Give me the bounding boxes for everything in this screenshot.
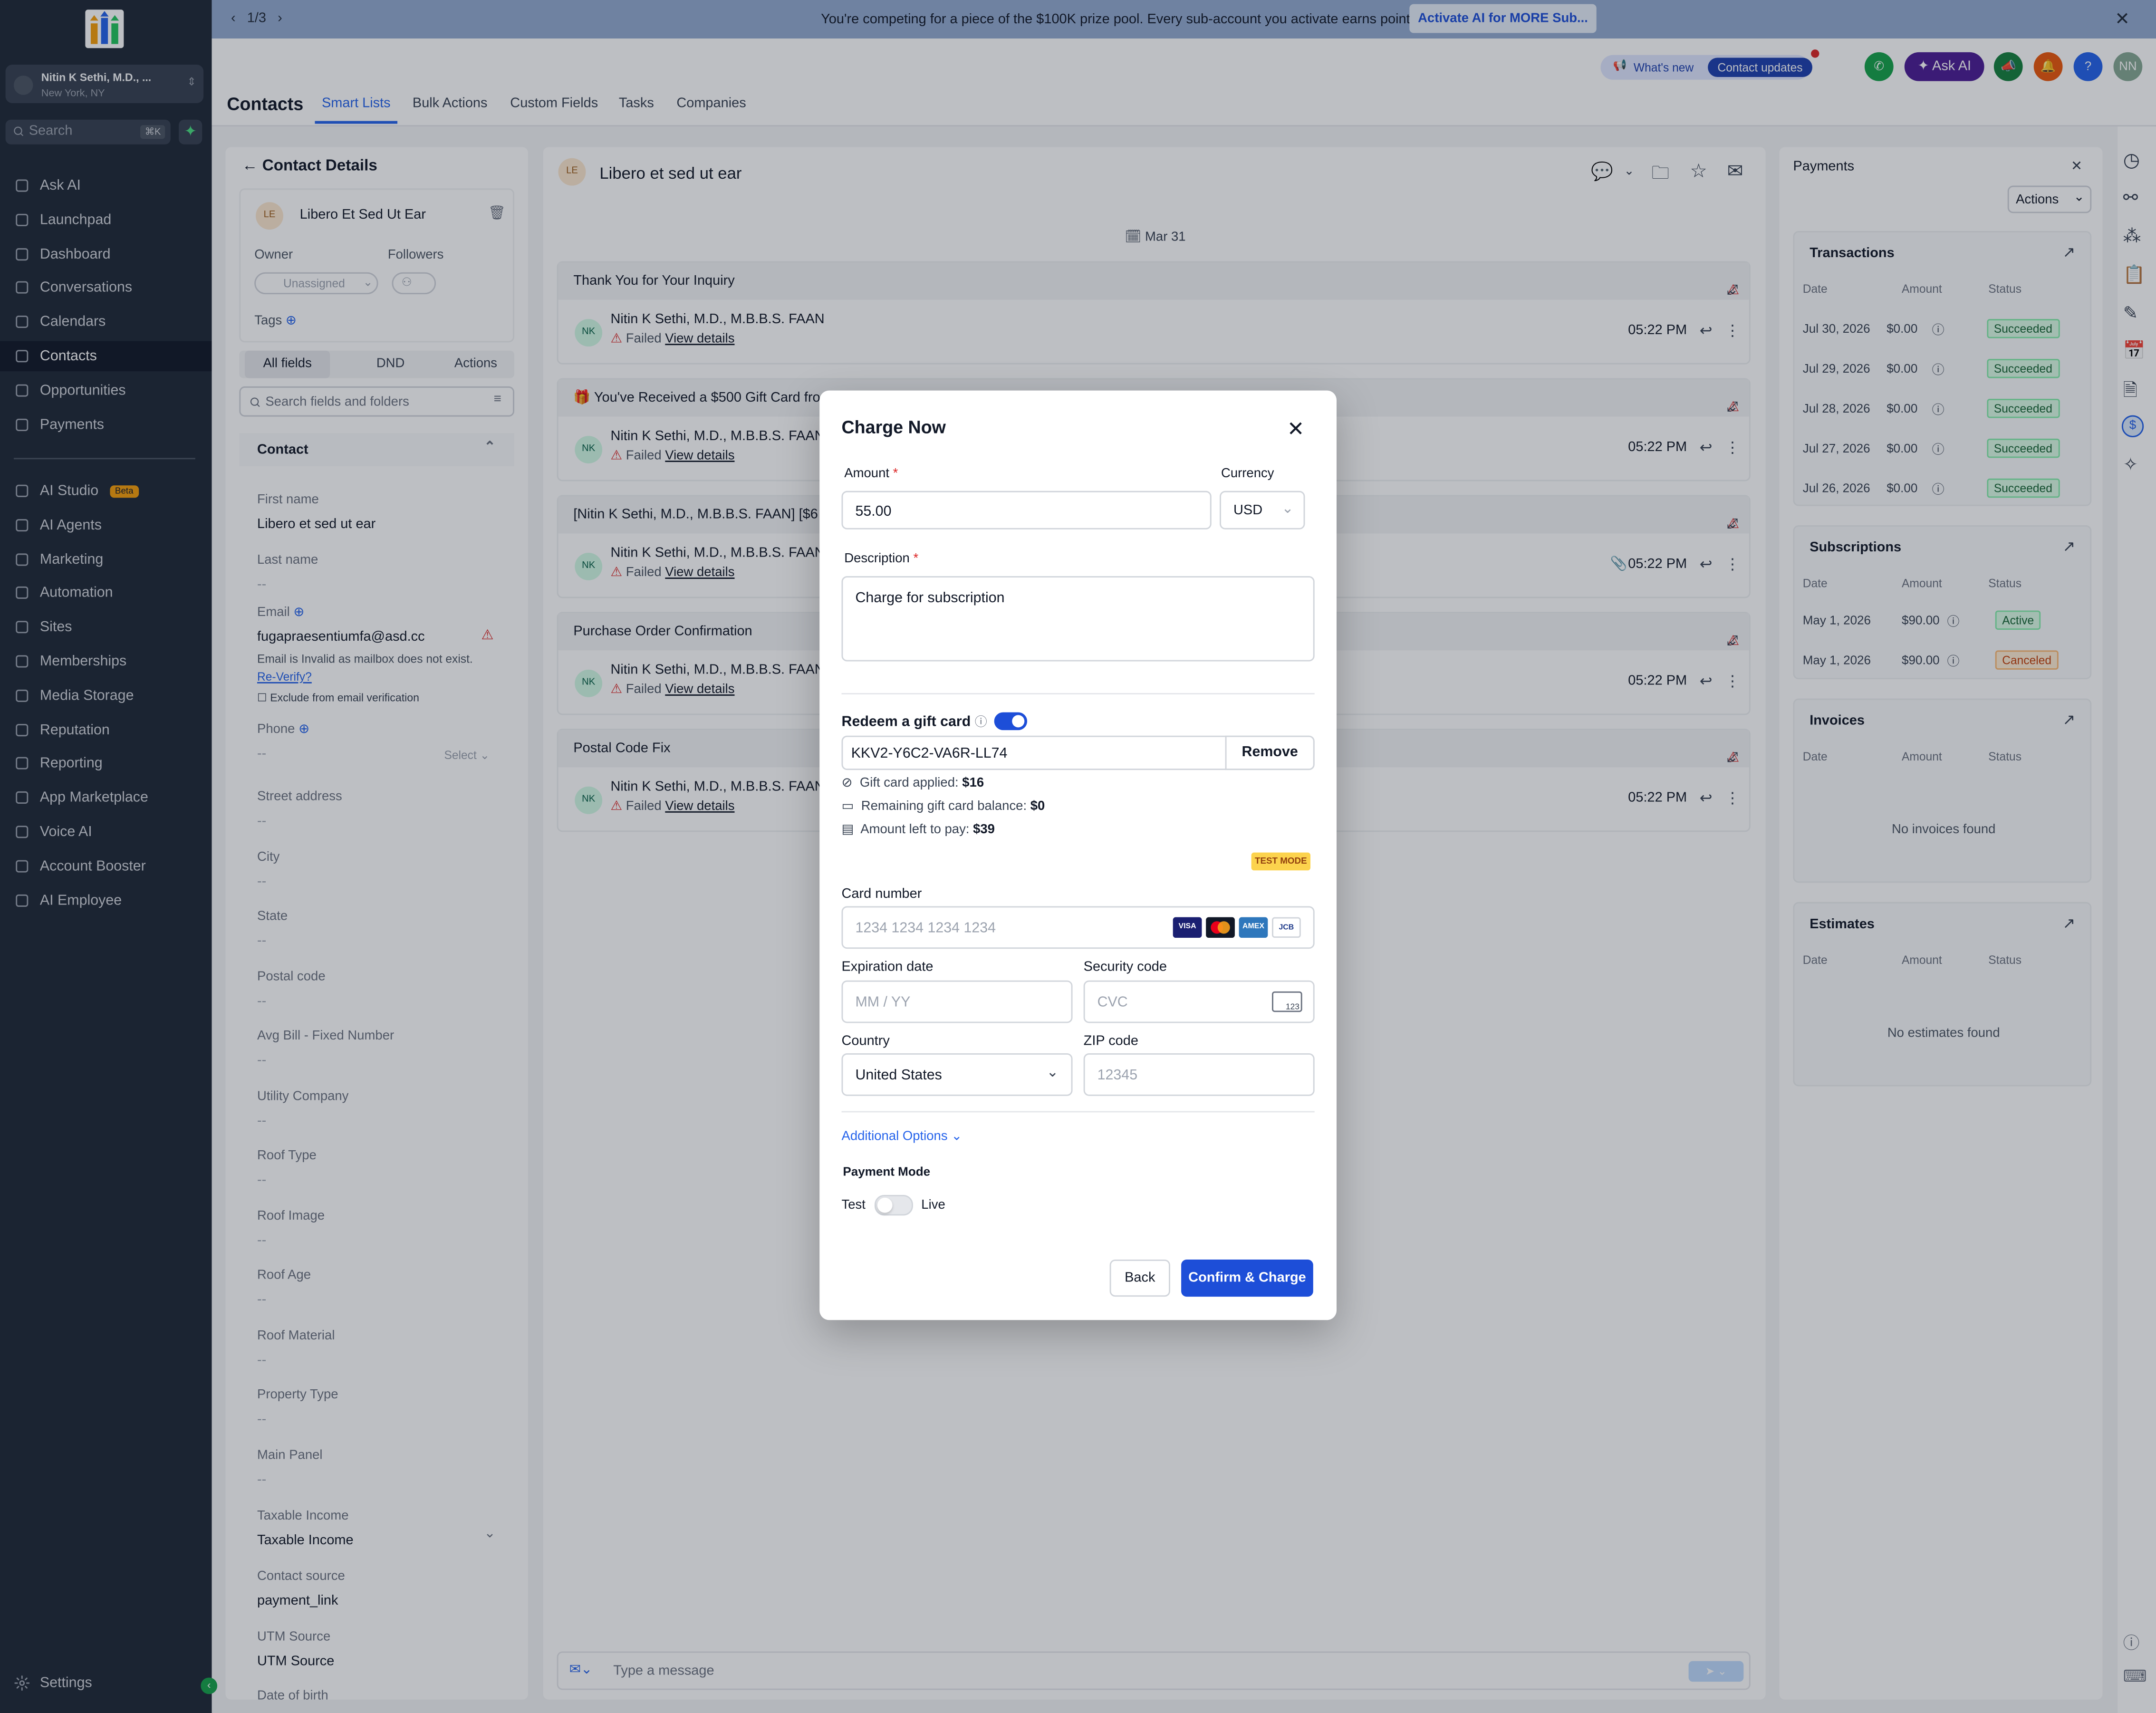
currency-select[interactable]: USD ⌄: [1220, 491, 1305, 529]
card-number-placeholder: 1234 1234 1234 1234: [855, 920, 996, 937]
card-icon: ▭: [841, 799, 854, 814]
charge-now-modal: Charge Now ✕ Amount * 55.00 Currency USD…: [819, 390, 1337, 1320]
required-asterisk: *: [913, 551, 919, 567]
country-label: Country: [841, 1034, 890, 1049]
gift-applied-label: Gift card applied:: [859, 775, 959, 791]
chevron-down-icon: ⌄: [951, 1129, 962, 1144]
wallet-icon: ▤: [841, 822, 854, 837]
check-circle-icon: ⊘: [841, 775, 853, 791]
card-number-input[interactable]: 1234 1234 1234 1234 VISA AMEX JCB: [841, 906, 1315, 949]
gift-card-toggle[interactable]: [994, 712, 1028, 731]
payment-mode-toggle[interactable]: [874, 1195, 913, 1216]
amount-left-value: $39: [973, 822, 995, 837]
gift-applied-value: $16: [962, 775, 984, 791]
security-code-label: Security code: [1083, 960, 1167, 975]
expiration-label: Expiration date: [841, 960, 934, 975]
divider: [841, 1111, 1315, 1113]
amount-left-line: ▤ Amount left to pay: $39: [842, 822, 995, 837]
country-select[interactable]: United States ⌄: [841, 1053, 1073, 1096]
zip-placeholder: 12345: [1097, 1067, 1138, 1084]
chevron-down-icon: ⌄: [1046, 1064, 1059, 1081]
visa-icon: VISA: [1173, 917, 1202, 938]
info-icon[interactable]: ⓘ: [975, 715, 987, 729]
zip-label: ZIP code: [1083, 1034, 1138, 1049]
remove-gift-card-button[interactable]: Remove: [1225, 735, 1315, 770]
expiration-input[interactable]: MM / YY: [841, 980, 1073, 1023]
description-label-text: Description: [844, 551, 910, 567]
security-code-input[interactable]: CVC 123: [1083, 980, 1315, 1023]
amount-value: 55.00: [855, 503, 892, 520]
modal-title: Charge Now: [841, 416, 946, 437]
amount-left-label: Amount left to pay:: [860, 822, 970, 837]
description-label: Description *: [844, 551, 918, 567]
amount-label: Amount *: [844, 466, 898, 481]
mastercard-icon: [1206, 917, 1235, 938]
back-button[interactable]: Back: [1109, 1259, 1170, 1297]
description-textarea[interactable]: Charge for subscription: [841, 576, 1315, 662]
security-code-placeholder: CVC: [1097, 994, 1128, 1011]
amount-label-text: Amount: [844, 466, 890, 481]
additional-options-toggle[interactable]: Additional Options ⌄: [842, 1129, 962, 1144]
gift-card-label-text: Redeem a gift card: [841, 713, 971, 731]
amount-input[interactable]: 55.00: [841, 491, 1212, 529]
gift-balance-value: $0: [1030, 799, 1045, 814]
gift-balance-label: Remaining gift card balance:: [861, 799, 1027, 814]
jcb-icon: JCB: [1272, 917, 1301, 938]
toggle-knob: [877, 1197, 893, 1213]
amex-icon: AMEX: [1239, 917, 1268, 938]
zip-input[interactable]: 12345: [1083, 1053, 1315, 1096]
gift-balance-line: ▭ Remaining gift card balance: $0: [842, 799, 1045, 814]
divider: [841, 693, 1315, 694]
toggle-knob: [1012, 715, 1025, 728]
close-icon[interactable]: ✕: [1287, 417, 1304, 441]
cvc-card-icon: 123: [1272, 991, 1302, 1012]
confirm-charge-button[interactable]: Confirm & Charge: [1181, 1259, 1313, 1297]
cvc-hint: 123: [1285, 1003, 1299, 1012]
payment-mode-label: Payment Mode: [843, 1164, 931, 1179]
test-mode-badge: TEST MODE: [1251, 852, 1311, 871]
card-number-label: Card number: [841, 886, 922, 902]
description-value: Charge for subscription: [855, 590, 1005, 606]
currency-value: USD: [1233, 503, 1263, 519]
gift-card-code: KKV2-Y6C2-VA6R-LL74: [851, 745, 1008, 762]
mode-test-label: Test: [841, 1197, 866, 1213]
required-asterisk: *: [893, 466, 898, 481]
currency-label: Currency: [1221, 466, 1274, 481]
gift-card-label: Redeem a gift card ⓘ: [841, 712, 987, 731]
mode-live-label: Live: [921, 1197, 945, 1213]
additional-options-label: Additional Options: [841, 1129, 948, 1144]
chevron-down-icon: ⌄: [1281, 500, 1294, 517]
country-value: United States: [855, 1067, 942, 1084]
gift-applied-line: ⊘ Gift card applied: $16: [842, 776, 984, 791]
expiration-placeholder: MM / YY: [855, 994, 911, 1011]
